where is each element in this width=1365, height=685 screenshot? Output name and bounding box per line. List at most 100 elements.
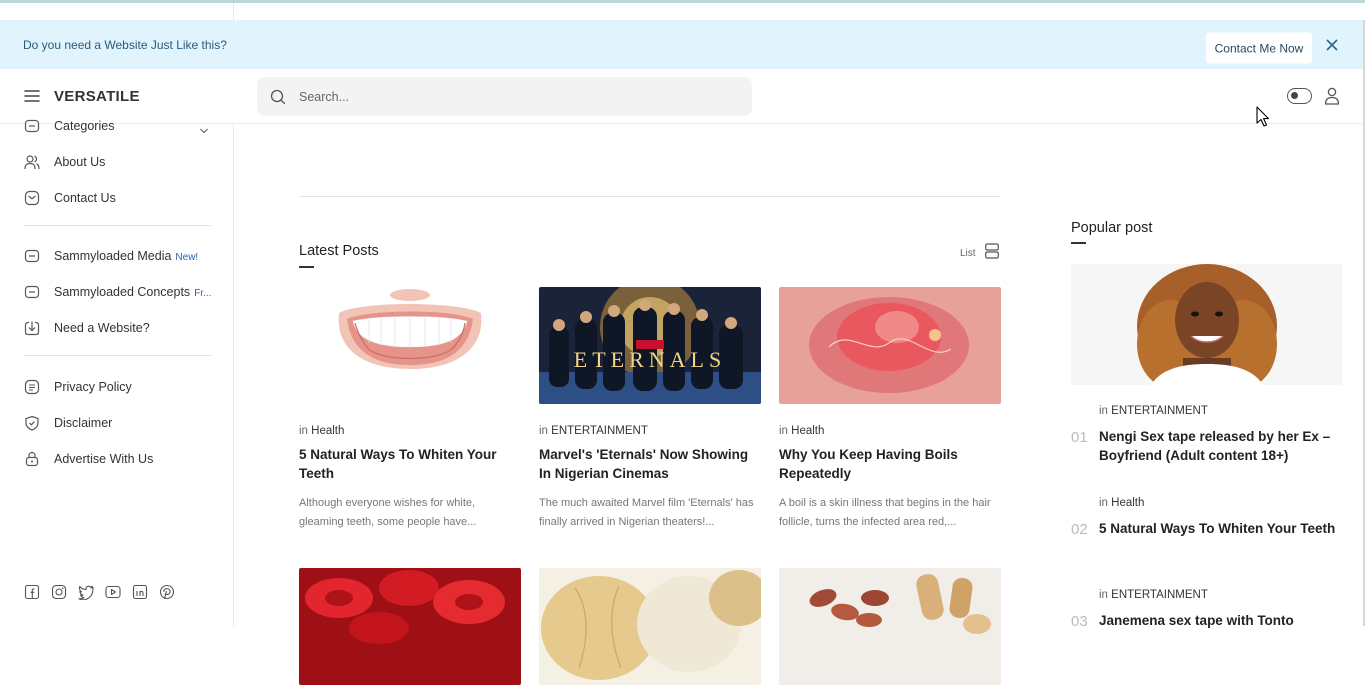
post-category: in Health [299, 425, 521, 437]
sidebar-item-label: Need a Website? [54, 321, 150, 335]
sidebar-edge [233, 3, 234, 20]
post-title[interactable]: Why You Keep Having Boils Repeatedly [779, 445, 1001, 483]
post-card[interactable] [299, 568, 521, 685]
shield-icon [24, 415, 40, 431]
youtube-icon[interactable] [105, 584, 121, 600]
sidebar-divider [24, 355, 211, 356]
mouse-cursor-icon [1256, 106, 1270, 128]
folder-icon [24, 248, 40, 264]
title-underline [299, 266, 314, 268]
sidebar-item-text: Sammyloaded Concepts [54, 285, 191, 299]
post-card[interactable]: in Health Why You Keep Having Boils Repe… [779, 287, 1001, 532]
sidebar: Categories About Us Contact Us Sammyload… [0, 119, 234, 626]
in-text: in [1099, 405, 1108, 417]
post-excerpt: The much awaited Marvel film 'Eternals' … [539, 497, 754, 528]
sidebar-item-need-website[interactable]: Need a Website? [0, 316, 234, 340]
twitter-icon[interactable] [78, 584, 94, 601]
user-icon[interactable] [1324, 87, 1340, 105]
banner-message: Do you need a Website Just Like this? [23, 38, 227, 52]
chevron-down-icon[interactable] [199, 122, 209, 134]
sidebar-item-label: Categories [54, 119, 115, 133]
post-category: in ENTERTAINMENT [539, 425, 761, 437]
users-icon [24, 154, 40, 170]
post-thumbnail-peanuts[interactable] [779, 568, 1001, 685]
post-thumbnail-boil[interactable] [779, 287, 1001, 404]
search-icon [270, 89, 286, 105]
new-badge: New! [175, 252, 199, 263]
list-view-toggle[interactable]: List [960, 243, 999, 264]
post-card[interactable] [539, 568, 761, 685]
sidebar-divider [24, 225, 211, 226]
sidebar-item-label: Disclaimer [54, 416, 113, 430]
post-category: in Health [779, 425, 1001, 437]
popular-rank: 01 [1071, 429, 1088, 446]
popular-category: in Health [1099, 497, 1144, 509]
post-card[interactable] [779, 568, 1001, 685]
list-view-icon [984, 243, 999, 264]
popular-title[interactable]: Janemena sex tape with Tonto [1099, 611, 1343, 630]
sidebar-item-contact[interactable]: Contact Us [0, 186, 234, 210]
sidebar-item-label: Contact Us [54, 191, 116, 205]
pinterest-icon[interactable] [159, 584, 175, 600]
category-link[interactable]: Health [1111, 497, 1144, 509]
contact-me-button[interactable]: Contact Me Now [1206, 32, 1312, 64]
popular-category: in ENTERTAINMENT [1099, 589, 1208, 601]
popular-thumbnail-nengi[interactable] [1071, 264, 1342, 385]
category-link[interactable]: ENTERTAINMENT [1111, 405, 1208, 417]
sidebar-item-sammyloaded-concepts[interactable]: Sammyloaded Concepts Fr... [0, 280, 234, 304]
sidebar-item-advertise[interactable]: Advertise With Us [0, 447, 234, 471]
promo-banner: Do you need a Website Just Like this? Co… [0, 20, 1365, 69]
popular-category: in ENTERTAINMENT [1099, 405, 1208, 417]
sidebar-item-categories[interactable]: Categories [0, 114, 234, 138]
content-divider [299, 196, 1000, 197]
popular-title[interactable]: Nengi Sex tape released by her Ex – Boyf… [1099, 427, 1343, 465]
sidebar-item-label: Sammyloaded Concepts Fr... [54, 285, 211, 299]
sidebar-item-label: Privacy Policy [54, 380, 132, 394]
linkedin-icon[interactable] [132, 584, 148, 600]
category-link[interactable]: ENTERTAINMENT [551, 425, 648, 437]
post-thumbnail-eternals[interactable]: ETERNALS [539, 287, 761, 404]
sidebar-item-disclaimer[interactable]: Disclaimer [0, 411, 234, 435]
top-gap [0, 3, 1365, 20]
menu-icon[interactable] [24, 89, 40, 103]
post-title[interactable]: Marvel's 'Eternals' Now Showing In Niger… [539, 445, 761, 483]
in-text: in [539, 425, 548, 437]
dark-mode-toggle[interactable] [1287, 88, 1312, 104]
category-link[interactable]: Health [311, 425, 344, 437]
in-text: in [1099, 589, 1108, 601]
category-link[interactable]: ENTERTAINMENT [1111, 589, 1208, 601]
free-badge: Fr... [194, 288, 212, 299]
post-thumbnail-blood-cells[interactable] [299, 568, 521, 685]
folder-icon [24, 118, 40, 134]
in-text: in [299, 425, 308, 437]
category-link[interactable]: Health [791, 425, 824, 437]
post-title[interactable]: 5 Natural Ways To Whiten Your Teeth [299, 445, 521, 483]
lock-icon [24, 451, 40, 467]
sidebar-item-sammyloaded-media[interactable]: Sammyloaded Media New! [0, 244, 234, 268]
post-thumbnail-onions[interactable] [539, 568, 761, 685]
popular-rank: 02 [1071, 521, 1088, 538]
sidebar-item-text: Sammyloaded Media [54, 249, 172, 263]
sidebar-item-privacy[interactable]: Privacy Policy [0, 375, 234, 399]
sidebar-item-label: Sammyloaded Media New! [54, 249, 198, 263]
title-underline [1071, 242, 1086, 244]
sidebar-item-label: Advertise With Us [54, 452, 154, 466]
movie-title: ETERNALS [574, 347, 726, 372]
search-input[interactable] [299, 87, 739, 107]
popular-rank: 03 [1071, 613, 1088, 630]
post-thumbnail-teeth[interactable] [299, 287, 521, 404]
search-box[interactable] [257, 77, 752, 116]
close-icon[interactable] [1324, 37, 1340, 53]
facebook-icon[interactable] [24, 584, 40, 600]
in-text: in [1099, 497, 1108, 509]
post-card[interactable]: ETERNALS in ENTERTAINMENT Marvel's 'Eter… [539, 287, 761, 532]
latest-posts-title: Latest Posts [299, 243, 379, 259]
social-links [24, 584, 175, 601]
post-card[interactable]: in Health 5 Natural Ways To Whiten Your … [299, 287, 521, 532]
site-brand[interactable]: VERSATILE [54, 88, 140, 105]
instagram-icon[interactable] [51, 584, 67, 600]
document-icon [24, 379, 40, 395]
sidebar-item-about[interactable]: About Us [0, 150, 234, 174]
popular-post-title: Popular post [1071, 220, 1153, 236]
popular-title[interactable]: 5 Natural Ways To Whiten Your Teeth [1099, 519, 1343, 538]
